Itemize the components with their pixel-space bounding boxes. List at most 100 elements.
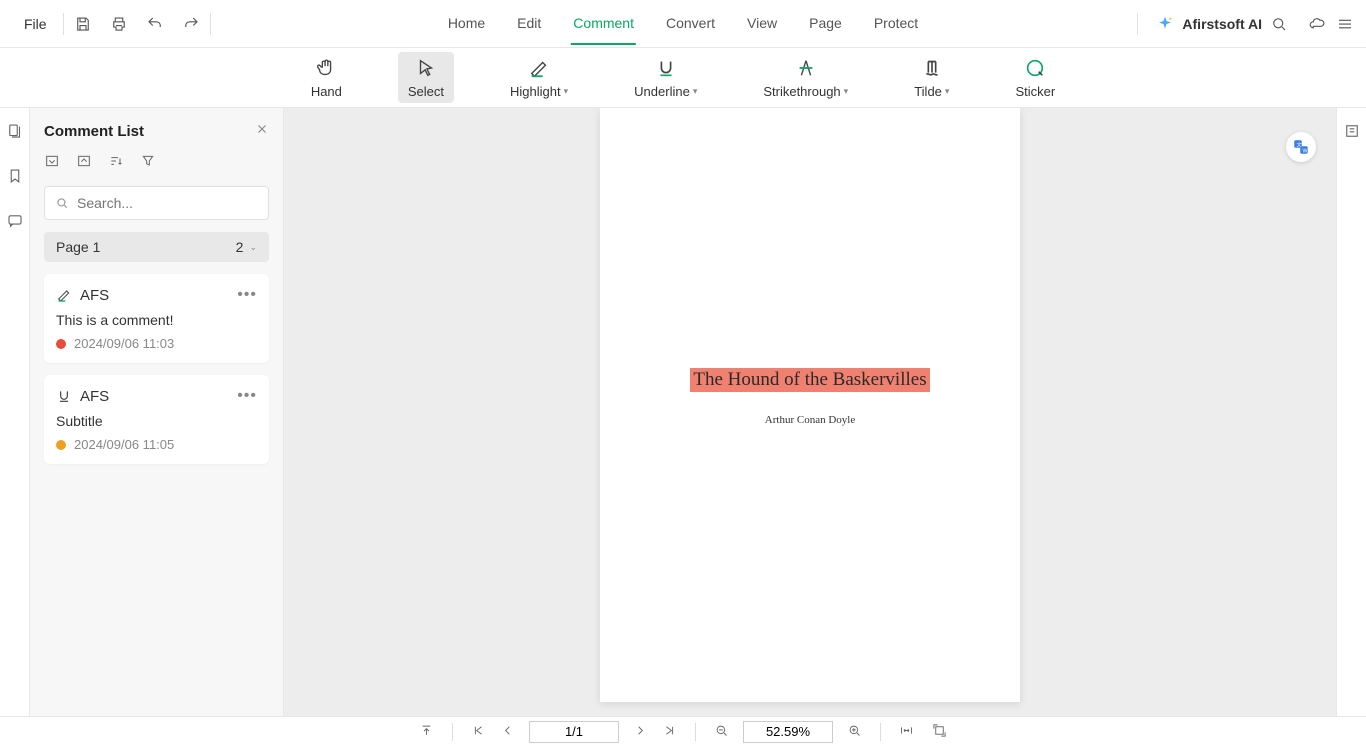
page-group-header[interactable]: Page 1 2 ⌄ — [44, 232, 269, 262]
ai-section: Afirstsoft AI — [1127, 13, 1288, 35]
tool-highlight[interactable]: Highlight▾ — [500, 52, 578, 103]
comment-time: 2024/09/06 11:03 — [74, 336, 174, 351]
last-page-icon[interactable] — [662, 723, 677, 741]
redo-icon[interactable] — [182, 15, 200, 33]
fit-page-icon[interactable] — [932, 723, 947, 741]
comment-panel-title: Comment List — [44, 123, 144, 140]
comments-panel-icon[interactable] — [6, 212, 24, 235]
sticker-icon — [1023, 56, 1047, 80]
tab-home[interactable]: Home — [446, 3, 487, 45]
comment-foot: 2024/09/06 11:03 — [56, 336, 257, 351]
chevron-down-icon: ▾ — [945, 86, 950, 97]
comment-head: AFS ••• — [56, 286, 257, 304]
undo-icon[interactable] — [146, 15, 164, 33]
divider — [1137, 13, 1138, 35]
divider — [880, 723, 881, 741]
sort-icon[interactable] — [108, 153, 124, 174]
zoom-out-icon[interactable] — [714, 723, 729, 741]
comment-search[interactable] — [44, 186, 269, 220]
file-menu[interactable]: File — [12, 12, 53, 36]
translate-badge[interactable]: 文W — [1286, 132, 1316, 162]
document-author: Arthur Conan Doyle — [765, 414, 855, 426]
tab-view[interactable]: View — [745, 3, 779, 45]
close-icon[interactable] — [255, 122, 269, 141]
comment-more-icon[interactable]: ••• — [237, 286, 257, 304]
comment-more-icon[interactable]: ••• — [237, 387, 257, 405]
properties-icon[interactable] — [1343, 122, 1361, 145]
file-label: File — [24, 16, 47, 32]
tool-strikethrough[interactable]: Strikethrough▾ — [753, 52, 858, 103]
left-rail — [0, 108, 30, 716]
expand-icon[interactable] — [76, 153, 92, 174]
cloud-icon[interactable] — [1308, 15, 1326, 33]
tool-label: Tilde▾ — [914, 84, 949, 99]
tool-sticker[interactable]: Sticker — [1005, 52, 1065, 103]
strikethrough-icon — [794, 56, 818, 80]
prev-page-icon[interactable] — [500, 723, 515, 741]
zoom-input[interactable] — [743, 721, 833, 743]
filter-icon[interactable] — [140, 153, 156, 174]
tool-select[interactable]: Select — [398, 52, 454, 103]
page-nav — [471, 721, 677, 743]
tab-page[interactable]: Page — [807, 3, 844, 45]
tab-edit[interactable]: Edit — [515, 3, 543, 45]
comment-text: Subtitle — [56, 413, 257, 429]
save-icon[interactable] — [74, 15, 92, 33]
ai-label[interactable]: Afirstsoft AI — [1182, 16, 1262, 32]
highlight-icon — [56, 287, 72, 303]
svg-text:W: W — [1303, 148, 1308, 154]
highlight-icon — [527, 56, 551, 80]
page-input[interactable] — [529, 721, 619, 743]
comment-panel-toolbar — [44, 153, 269, 174]
document-viewer[interactable]: The Hound of the Baskervilles Arthur Con… — [284, 108, 1336, 716]
comment-text: This is a comment! — [56, 312, 257, 328]
tool-underline[interactable]: Underline▾ — [624, 52, 707, 103]
chevron-down-icon: ▾ — [564, 86, 569, 97]
tool-tilde[interactable]: Tilde▾ — [904, 52, 959, 103]
chevron-down-icon: ▾ — [693, 86, 698, 97]
tilde-icon — [920, 56, 944, 80]
comment-head-left: AFS — [56, 287, 109, 304]
scroll-top-icon[interactable] — [419, 723, 434, 741]
comment-search-input[interactable] — [77, 195, 258, 211]
divider — [695, 723, 696, 741]
document-page: The Hound of the Baskervilles Arthur Con… — [600, 108, 1020, 702]
print-icon[interactable] — [110, 15, 128, 33]
document-title: The Hound of the Baskervilles — [690, 368, 929, 392]
quick-actions — [74, 15, 200, 33]
comment-card[interactable]: AFS ••• This is a comment! 2024/09/06 11… — [44, 274, 269, 363]
tab-protect[interactable]: Protect — [872, 3, 920, 45]
fit-width-icon[interactable] — [899, 723, 914, 741]
search-icon[interactable] — [1270, 15, 1288, 33]
more-lines-icon[interactable] — [1336, 15, 1354, 33]
page-group-count: 2 — [236, 239, 244, 255]
underline-icon — [56, 388, 72, 404]
first-page-icon[interactable] — [471, 723, 486, 741]
thumbnails-icon[interactable] — [6, 122, 24, 145]
bookmark-icon[interactable] — [6, 167, 24, 190]
comment-user: AFS — [80, 388, 109, 405]
comment-panel-header: Comment List — [44, 122, 269, 141]
page-group-right: 2 ⌄ — [236, 239, 257, 255]
chevron-down-icon: ▾ — [844, 86, 849, 97]
right-rail — [1336, 108, 1366, 716]
next-page-icon[interactable] — [633, 723, 648, 741]
divider — [452, 723, 453, 741]
zoom-in-icon[interactable] — [847, 723, 862, 741]
zoom-controls — [714, 721, 862, 743]
divider — [63, 13, 64, 35]
search-icon — [55, 196, 69, 210]
comment-panel: Comment List Page 1 2 ⌄ AFS — [30, 108, 284, 716]
main-tabs: Home Edit Comment Convert View Page Prot… — [446, 3, 920, 45]
tool-label: Select — [408, 84, 444, 99]
collapse-icon[interactable] — [44, 153, 60, 174]
tool-label: Strikethrough▾ — [763, 84, 848, 99]
tab-comment[interactable]: Comment — [571, 3, 636, 45]
tab-convert[interactable]: Convert — [664, 3, 717, 45]
comment-card[interactable]: AFS ••• Subtitle 2024/09/06 11:05 — [44, 375, 269, 464]
sparkle-icon — [1156, 15, 1174, 33]
tool-hand[interactable]: Hand — [301, 52, 352, 103]
tool-label: Hand — [311, 84, 342, 99]
underline-icon — [654, 56, 678, 80]
tool-label: Sticker — [1015, 84, 1055, 99]
